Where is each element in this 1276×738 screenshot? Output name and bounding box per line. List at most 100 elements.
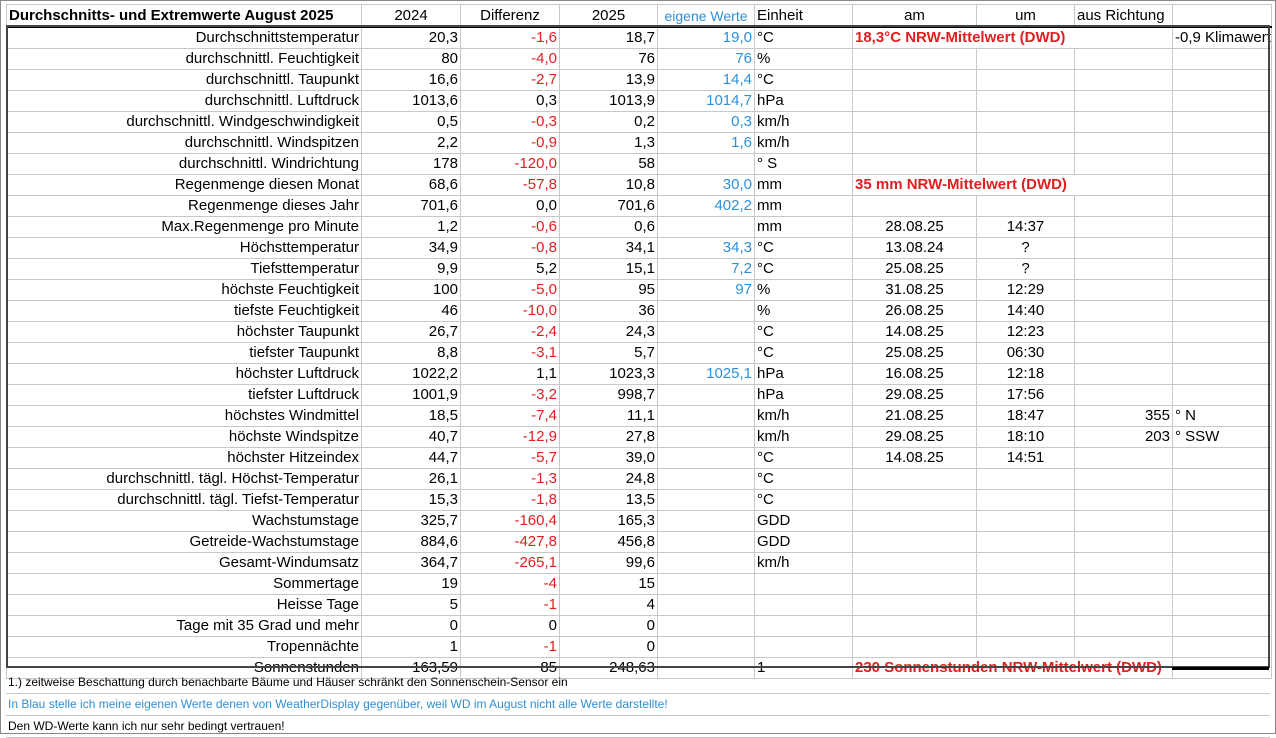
value-am[interactable]: 14.08.25 <box>852 447 977 469</box>
value-einheit[interactable] <box>754 573 853 595</box>
value-richtung[interactable] <box>1172 300 1272 322</box>
value-eigene[interactable]: 34,3 <box>657 237 755 259</box>
value-am[interactable] <box>852 573 977 595</box>
value-2024[interactable]: 1 <box>361 636 461 658</box>
value-am[interactable] <box>852 132 977 154</box>
row-label[interactable]: durchschnittl. tägl. Höchst-Temperatur <box>6 468 362 490</box>
value-2024[interactable]: 26,1 <box>361 468 461 490</box>
value-am[interactable] <box>852 195 977 217</box>
header-differenz[interactable]: Differenz <box>460 4 560 28</box>
value-am[interactable] <box>852 615 977 637</box>
row-label[interactable]: Heisse Tage <box>6 594 362 616</box>
value-um[interactable]: ? <box>976 237 1075 259</box>
value-am[interactable] <box>852 90 977 112</box>
value-2025[interactable]: 456,8 <box>559 531 658 553</box>
value-richtung[interactable] <box>1172 573 1272 595</box>
value-am[interactable] <box>852 594 977 616</box>
value-um[interactable] <box>976 153 1075 175</box>
value-differenz[interactable]: -3,2 <box>460 384 560 406</box>
value-2025[interactable]: 0 <box>559 636 658 658</box>
value-richtung-grad[interactable] <box>1074 90 1173 112</box>
value-richtung-grad[interactable] <box>1074 468 1173 490</box>
value-2025[interactable]: 998,7 <box>559 384 658 406</box>
value-richtung-grad[interactable] <box>1074 615 1173 637</box>
value-richtung-grad[interactable] <box>1074 594 1173 616</box>
row-label[interactable]: Sommertage <box>6 573 362 595</box>
value-am[interactable] <box>852 531 977 553</box>
value-differenz[interactable]: -0,8 <box>460 237 560 259</box>
value-richtung[interactable] <box>1172 489 1272 511</box>
value-um[interactable] <box>976 552 1075 574</box>
value-richtung[interactable] <box>1172 615 1272 637</box>
value-2024[interactable]: 1,2 <box>361 216 461 238</box>
row-label[interactable]: Regenmenge diesen Monat <box>6 174 362 196</box>
value-einheit[interactable]: km/h <box>754 405 853 427</box>
value-differenz[interactable]: -120,0 <box>460 153 560 175</box>
value-einheit[interactable]: hPa <box>754 384 853 406</box>
value-eigene[interactable] <box>657 510 755 532</box>
value-eigene[interactable] <box>657 468 755 490</box>
value-am[interactable]: 25.08.25 <box>852 342 977 364</box>
value-2024[interactable]: 44,7 <box>361 447 461 469</box>
value-differenz[interactable]: 1,1 <box>460 363 560 385</box>
value-richtung[interactable]: ° SSW <box>1172 426 1272 448</box>
value-2024[interactable]: 0 <box>361 615 461 637</box>
value-richtung-grad[interactable] <box>1074 552 1173 574</box>
value-2025[interactable]: 18,7 <box>559 26 658 49</box>
footnote-blue[interactable]: In Blau stelle ich meine eigenen Werte d… <box>6 694 1270 716</box>
value-um[interactable] <box>976 468 1075 490</box>
value-richtung[interactable] <box>1172 132 1272 154</box>
value-richtung[interactable] <box>1172 153 1272 175</box>
value-richtung-grad[interactable] <box>1074 195 1173 217</box>
value-richtung-grad[interactable] <box>1074 384 1173 406</box>
value-2025[interactable]: 39,0 <box>559 447 658 469</box>
value-eigene[interactable] <box>657 552 755 574</box>
row-label[interactable]: höchstes Windmittel <box>6 405 362 427</box>
value-2024[interactable]: 0,5 <box>361 111 461 133</box>
value-2025[interactable]: 0,6 <box>559 216 658 238</box>
value-2024[interactable]: 2,2 <box>361 132 461 154</box>
value-richtung-grad[interactable] <box>1074 216 1173 238</box>
value-um[interactable] <box>976 132 1075 154</box>
value-um[interactable] <box>976 594 1075 616</box>
value-differenz[interactable]: -2,4 <box>460 321 560 343</box>
value-2025[interactable]: 76 <box>559 48 658 70</box>
value-differenz[interactable]: -3,1 <box>460 342 560 364</box>
header-eigene-werte[interactable]: eigene Werte <box>657 4 755 28</box>
value-richtung[interactable] <box>1172 636 1272 658</box>
value-differenz[interactable]: 5,2 <box>460 258 560 280</box>
value-richtung[interactable] <box>1172 174 1272 196</box>
value-differenz[interactable]: -10,0 <box>460 300 560 322</box>
value-einheit[interactable]: °C <box>754 321 853 343</box>
value-um[interactable]: 06:30 <box>976 342 1075 364</box>
value-differenz[interactable]: 0,0 <box>460 195 560 217</box>
value-differenz[interactable]: -1,3 <box>460 468 560 490</box>
value-eigene[interactable] <box>657 594 755 616</box>
value-eigene[interactable]: 76 <box>657 48 755 70</box>
value-am[interactable]: 21.08.25 <box>852 405 977 427</box>
row-label[interactable]: durchschnittl. Taupunkt <box>6 69 362 91</box>
row-label[interactable]: durchschnittl. Windgeschwindigkeit <box>6 111 362 133</box>
value-2025[interactable]: 27,8 <box>559 426 658 448</box>
value-eigene[interactable] <box>657 342 755 364</box>
value-richtung-grad[interactable] <box>1074 510 1173 532</box>
value-richtung[interactable] <box>1172 69 1272 91</box>
value-2025[interactable]: 5,7 <box>559 342 658 364</box>
header-empty[interactable] <box>1172 4 1272 28</box>
value-differenz[interactable]: -265,1 <box>460 552 560 574</box>
value-richtung[interactable] <box>1172 531 1272 553</box>
value-2025[interactable]: 95 <box>559 279 658 301</box>
value-differenz[interactable]: 0,3 <box>460 90 560 112</box>
value-2024[interactable]: 884,6 <box>361 531 461 553</box>
value-richtung[interactable]: ° N <box>1172 405 1272 427</box>
value-einheit[interactable]: % <box>754 300 853 322</box>
value-einheit[interactable] <box>754 594 853 616</box>
value-am[interactable] <box>852 48 977 70</box>
value-richtung[interactable] <box>1172 468 1272 490</box>
value-differenz[interactable]: -57,8 <box>460 174 560 196</box>
value-am[interactable]: 14.08.25 <box>852 321 977 343</box>
value-2025[interactable]: 13,5 <box>559 489 658 511</box>
value-2025[interactable]: 0,2 <box>559 111 658 133</box>
value-einheit[interactable]: km/h <box>754 426 853 448</box>
value-einheit[interactable]: °C <box>754 69 853 91</box>
